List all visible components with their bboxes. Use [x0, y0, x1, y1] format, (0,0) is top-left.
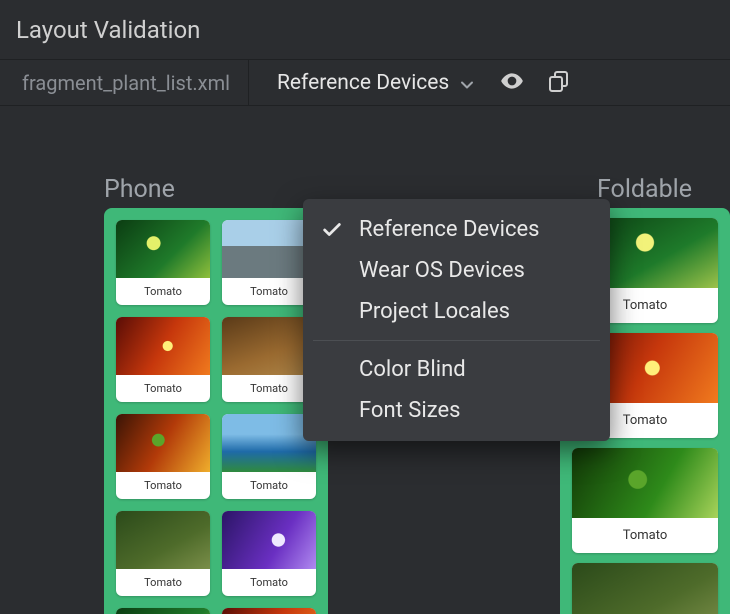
file-tab[interactable]: fragment_plant_list.xml: [0, 60, 249, 105]
panel-title: Layout Validation: [16, 16, 200, 44]
list-item: [572, 563, 718, 614]
menu-separator: [313, 340, 600, 341]
menu-item-color-blind[interactable]: Color Blind: [303, 349, 610, 390]
list-item: Tomato: [116, 511, 210, 596]
device-label-foldable: Foldable: [597, 175, 730, 204]
menu-item-reference-devices[interactable]: Reference Devices: [303, 209, 610, 250]
file-tab-label: fragment_plant_list.xml: [22, 71, 230, 95]
card-caption: Tomato: [222, 569, 316, 596]
device-category-menu: Reference Devices Wear OS Devices Projec…: [303, 199, 610, 441]
list-item: Tomato: [222, 220, 316, 305]
card-caption: Tomato: [116, 278, 210, 305]
title-bar: Layout Validation: [0, 0, 730, 60]
card-caption: Tomato: [116, 375, 210, 402]
visibility-icon[interactable]: [499, 68, 525, 98]
menu-item-project-locales[interactable]: Project Locales: [303, 291, 610, 332]
list-item: Tomato: [116, 317, 210, 402]
check-icon: [319, 219, 345, 241]
menu-item-label: Project Locales: [359, 299, 510, 324]
list-item: Tomato: [222, 414, 316, 499]
menu-item-wear-os-devices[interactable]: Wear OS Devices: [303, 250, 610, 291]
list-item: [116, 608, 210, 614]
card-caption: Tomato: [572, 518, 718, 553]
list-item: Tomato: [572, 448, 718, 553]
menu-item-label: Color Blind: [359, 357, 466, 382]
toolbar: fragment_plant_list.xml Reference Device…: [0, 60, 730, 106]
card-caption: Tomato: [222, 375, 316, 402]
device-category-dropdown[interactable]: Reference Devices: [271, 60, 481, 105]
list-item: Tomato: [116, 414, 210, 499]
list-item: [222, 608, 316, 614]
menu-item-font-sizes[interactable]: Font Sizes: [303, 390, 610, 431]
list-item: Tomato: [222, 317, 316, 402]
menu-item-label: Reference Devices: [359, 217, 540, 242]
list-item: Tomato: [116, 220, 210, 305]
dropdown-label: Reference Devices: [277, 71, 449, 95]
card-caption: Tomato: [116, 569, 210, 596]
preview-phone[interactable]: Tomato Tomato Tomato Tomato Tomato Tomat…: [104, 208, 328, 614]
card-caption: Tomato: [222, 278, 316, 305]
chevron-down-icon: [459, 75, 475, 91]
list-item: Tomato: [222, 511, 316, 596]
card-caption: Tomato: [222, 472, 316, 499]
preview-canvas: Phone Foldable Tomato Tomato Tomato Toma…: [0, 106, 730, 614]
card-caption: Tomato: [116, 472, 210, 499]
menu-item-label: Wear OS Devices: [359, 258, 525, 283]
menu-item-label: Font Sizes: [359, 398, 460, 423]
device-label-phone: Phone: [104, 175, 175, 204]
copy-stack-icon[interactable]: [547, 69, 571, 97]
